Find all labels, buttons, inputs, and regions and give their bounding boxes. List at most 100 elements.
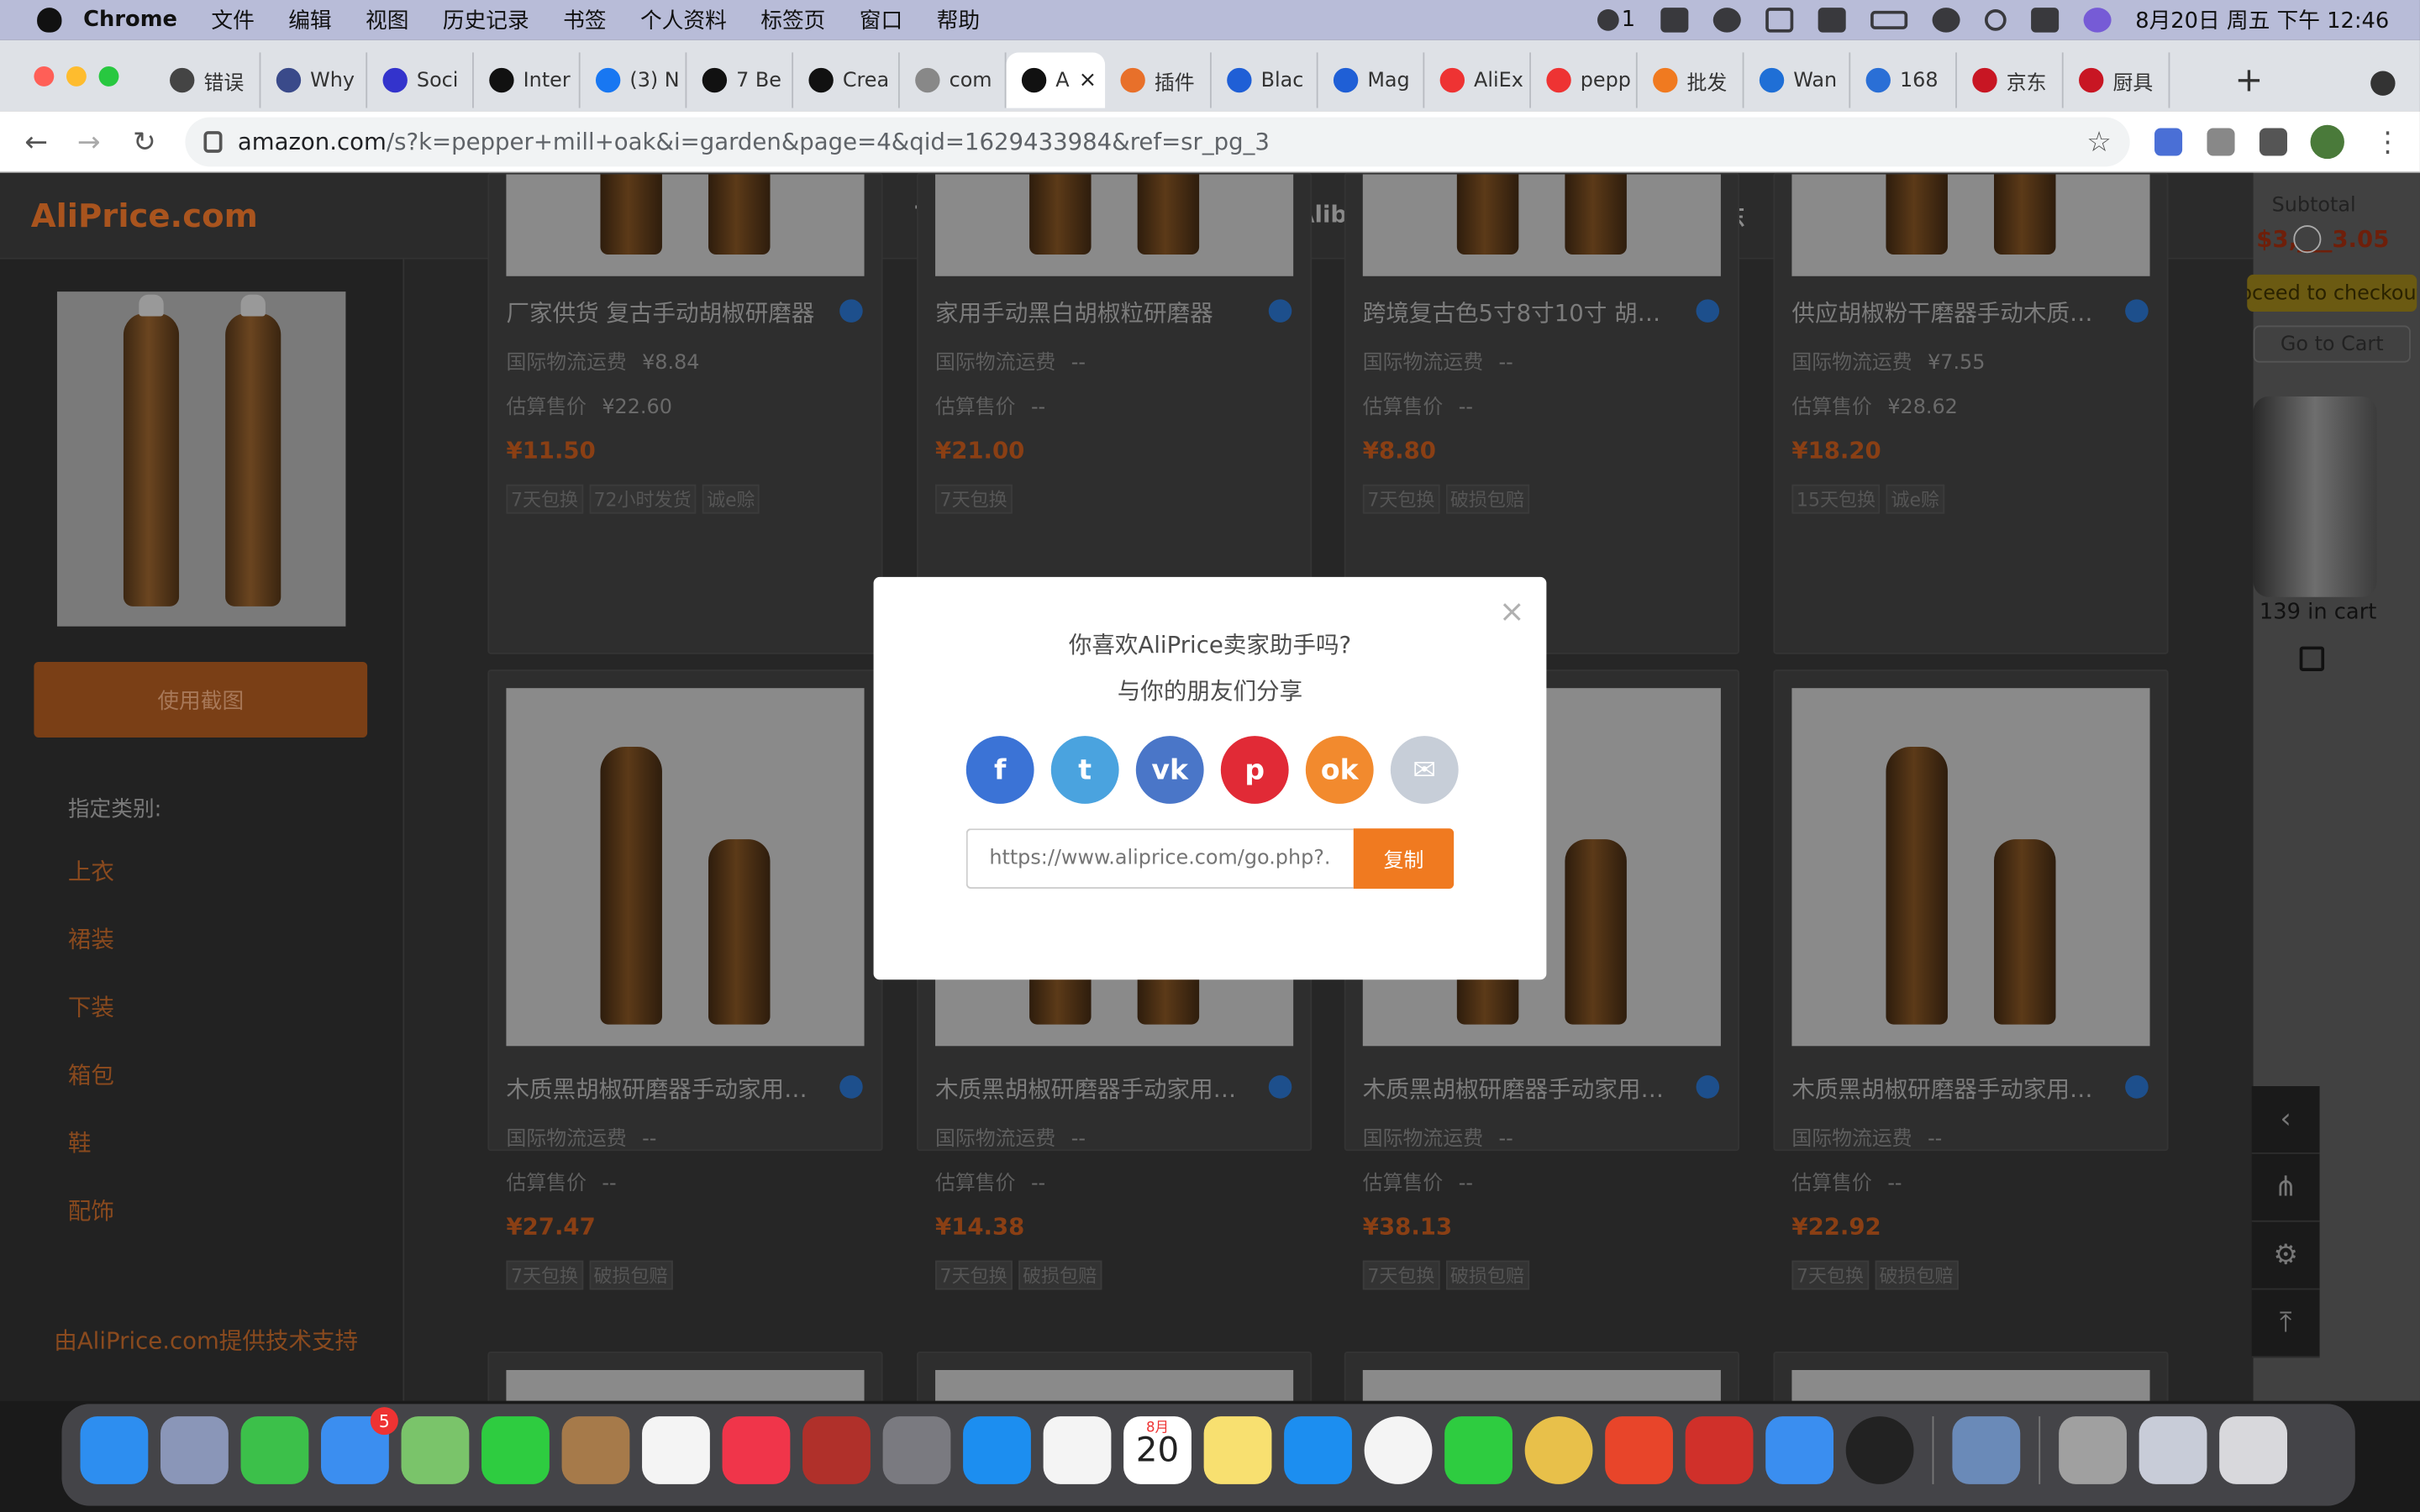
product-card[interactable] <box>1773 1351 2169 1401</box>
product-card[interactable] <box>487 1351 883 1401</box>
app-store-icon[interactable] <box>963 1416 1031 1484</box>
photos-icon[interactable] <box>1043 1416 1112 1484</box>
trash-icon[interactable] <box>2299 646 2325 671</box>
tab-1[interactable]: Why <box>260 52 368 108</box>
camera-extension-icon[interactable] <box>2207 128 2235 156</box>
proceed-to-checkout-button[interactable]: oceed to checkout <box>2247 274 2417 312</box>
menu-app-name[interactable]: Chrome <box>83 8 177 32</box>
safari-icon[interactable] <box>1284 1416 1352 1484</box>
mail-icon[interactable]: 5 <box>321 1407 398 1484</box>
profile-avatar[interactable] <box>2310 124 2344 160</box>
product-card[interactable] <box>1344 1351 1739 1401</box>
siri-icon[interactable] <box>2082 8 2111 33</box>
tab-search-icon[interactable] <box>2370 71 2396 96</box>
tab-3[interactable]: Inter <box>474 52 581 108</box>
product-card[interactable] <box>916 1351 1313 1401</box>
extensions-puzzle-icon[interactable] <box>2259 128 2287 156</box>
menu-history[interactable]: 历史记录 <box>443 5 529 36</box>
odnoklassniki-share-icon[interactable]: ok <box>1305 736 1374 804</box>
product-card[interactable]: 木质黑胡椒研磨器手动家用研磨瓶 国际物流运费 -- 估算售价 -- ¥22.92 7天包换破… <box>1773 669 2169 1290</box>
tab-7[interactable]: com <box>900 52 1007 108</box>
pinterest-share-icon[interactable]: p <box>1220 736 1289 804</box>
menu-bookmarks[interactable]: 书签 <box>563 5 606 36</box>
menu-view[interactable]: 视图 <box>366 5 408 36</box>
collapse-chevron-icon[interactable]: ‹ <box>2251 1086 2320 1154</box>
tab-17[interactable]: 京东 <box>1957 52 2064 108</box>
dictionary-icon[interactable] <box>802 1416 871 1484</box>
copy-button[interactable]: 复制 <box>1353 828 1455 889</box>
back-to-top-icon[interactable]: ⤒ <box>2251 1289 2320 1358</box>
product-info-icon[interactable] <box>839 1075 863 1099</box>
tab-15[interactable]: Wan <box>1744 52 1851 108</box>
facebook-share-icon[interactable]: f <box>965 736 1034 804</box>
music-icon[interactable] <box>722 1416 791 1484</box>
close-window-icon[interactable] <box>34 66 55 87</box>
messages-icon[interactable] <box>240 1416 309 1484</box>
screenshot-stack-icon[interactable] <box>2139 1416 2207 1484</box>
input-method-icon[interactable] <box>1765 8 1793 33</box>
product-image[interactable] <box>1362 174 1721 276</box>
product-image[interactable] <box>506 688 865 1047</box>
product-image[interactable] <box>935 1369 1294 1401</box>
product-info-icon[interactable] <box>1268 1075 1292 1099</box>
control-center-icon[interactable] <box>2030 8 2059 33</box>
tab-18[interactable]: 厨具 <box>2064 52 2170 108</box>
preview-icon[interactable] <box>1952 1416 2021 1484</box>
product-image[interactable] <box>1791 688 2150 1047</box>
product-info-icon[interactable] <box>839 299 863 323</box>
peanut-app-icon[interactable] <box>1524 1416 1593 1484</box>
category-item[interactable]: 配饰 <box>68 1194 114 1263</box>
product-image[interactable] <box>506 1369 865 1401</box>
feishu-icon[interactable] <box>1765 1416 1833 1484</box>
product-title[interactable]: 供应胡椒粉干磨器手动木质研磨器 <box>1791 297 2108 329</box>
product-info-icon[interactable] <box>1696 299 1720 323</box>
vk-share-icon[interactable]: vk <box>1135 736 1204 804</box>
product-info-icon[interactable] <box>1696 1075 1720 1099</box>
battery-icon[interactable] <box>1870 10 1907 29</box>
product-card[interactable]: 厂家供货 复古手动胡椒研磨器 国际物流运费 ¥8.84 估算售价 ¥22.60 ¥11.5… <box>487 172 883 654</box>
product-card[interactable]: 供应胡椒粉干磨器手动木质研磨器 国际物流运费 ¥7.55 估算售价 ¥28.62 ¥18.… <box>1773 172 2169 654</box>
product-image[interactable] <box>506 174 865 276</box>
tab-close-icon[interactable]: × <box>1079 68 1097 92</box>
finder-icon[interactable] <box>80 1416 149 1484</box>
address-bar[interactable]: amazon.com/s?k=pepper+mill+oak&i=garden&… <box>185 117 2130 167</box>
wps-dock-icon[interactable] <box>1685 1416 1754 1484</box>
contacts-icon[interactable] <box>561 1416 630 1484</box>
aliprice-logo[interactable]: AliPrice.com <box>31 197 258 234</box>
product-title[interactable]: 厂家供货 复古手动胡椒研磨器 <box>506 297 823 329</box>
bookmark-star-icon[interactable]: ☆ <box>2086 127 2112 160</box>
tab-12[interactable]: AliEx <box>1424 52 1532 108</box>
new-tab-icon[interactable]: + <box>2235 61 2264 100</box>
trash-dock-icon[interactable] <box>2219 1416 2287 1484</box>
menubar-clock[interactable]: 8月20日 周五 下午 12:46 <box>2135 5 2389 36</box>
spotlight-icon[interactable] <box>1984 9 2006 31</box>
category-item[interactable]: 上衣 <box>68 855 114 923</box>
category-item[interactable]: 箱包 <box>68 1058 114 1126</box>
menu-tab[interactable]: 标签页 <box>760 5 825 36</box>
forward-arrow-icon[interactable]: → <box>77 127 101 160</box>
email-share-icon[interactable]: ✉ <box>1390 736 1459 804</box>
tab-2[interactable]: Soci <box>367 52 474 108</box>
tab-6[interactable]: Crea <box>793 52 900 108</box>
reload-icon[interactable]: ↻ <box>133 127 156 160</box>
tab-8[interactable]: A × <box>1006 52 1106 108</box>
share-icon[interactable]: ⋔ <box>2251 1153 2320 1222</box>
product-title[interactable]: 木质黑胡椒研磨器手动家用研磨瓶 <box>1791 1073 2108 1105</box>
launchpad-icon[interactable] <box>160 1416 229 1484</box>
category-item[interactable]: 下装 <box>68 990 114 1058</box>
volume-icon[interactable] <box>1817 8 1845 33</box>
product-title[interactable]: 木质黑胡椒研磨器手动家用研磨瓶 <box>935 1073 1252 1105</box>
product-card[interactable]: 木质黑胡椒研磨器手动家用研磨瓶 国际物流运费 -- 估算售价 -- ¥27.47 7天包换破… <box>487 669 883 1290</box>
menu-file[interactable]: 文件 <box>211 5 254 36</box>
product-image[interactable] <box>1362 1369 1721 1401</box>
go-to-cart-button[interactable]: Go to Cart <box>2253 325 2411 363</box>
product-title[interactable]: 跨境复古色5寸8寸10寸 胡椒研磨器 <box>1363 297 1680 329</box>
kebab-menu-icon[interactable]: ⋮ <box>2374 127 2402 160</box>
panel-close-icon[interactable] <box>2293 225 2322 254</box>
powered-by-link[interactable]: 由AliPrice.com提供技术支持 <box>54 1324 358 1357</box>
category-item[interactable]: 裙装 <box>68 922 114 990</box>
tab-13[interactable]: pepp <box>1531 52 1638 108</box>
tab-9[interactable]: 插件 <box>1105 52 1212 108</box>
twitter-share-icon[interactable]: t <box>1050 736 1119 804</box>
product-image[interactable] <box>1791 174 2150 276</box>
